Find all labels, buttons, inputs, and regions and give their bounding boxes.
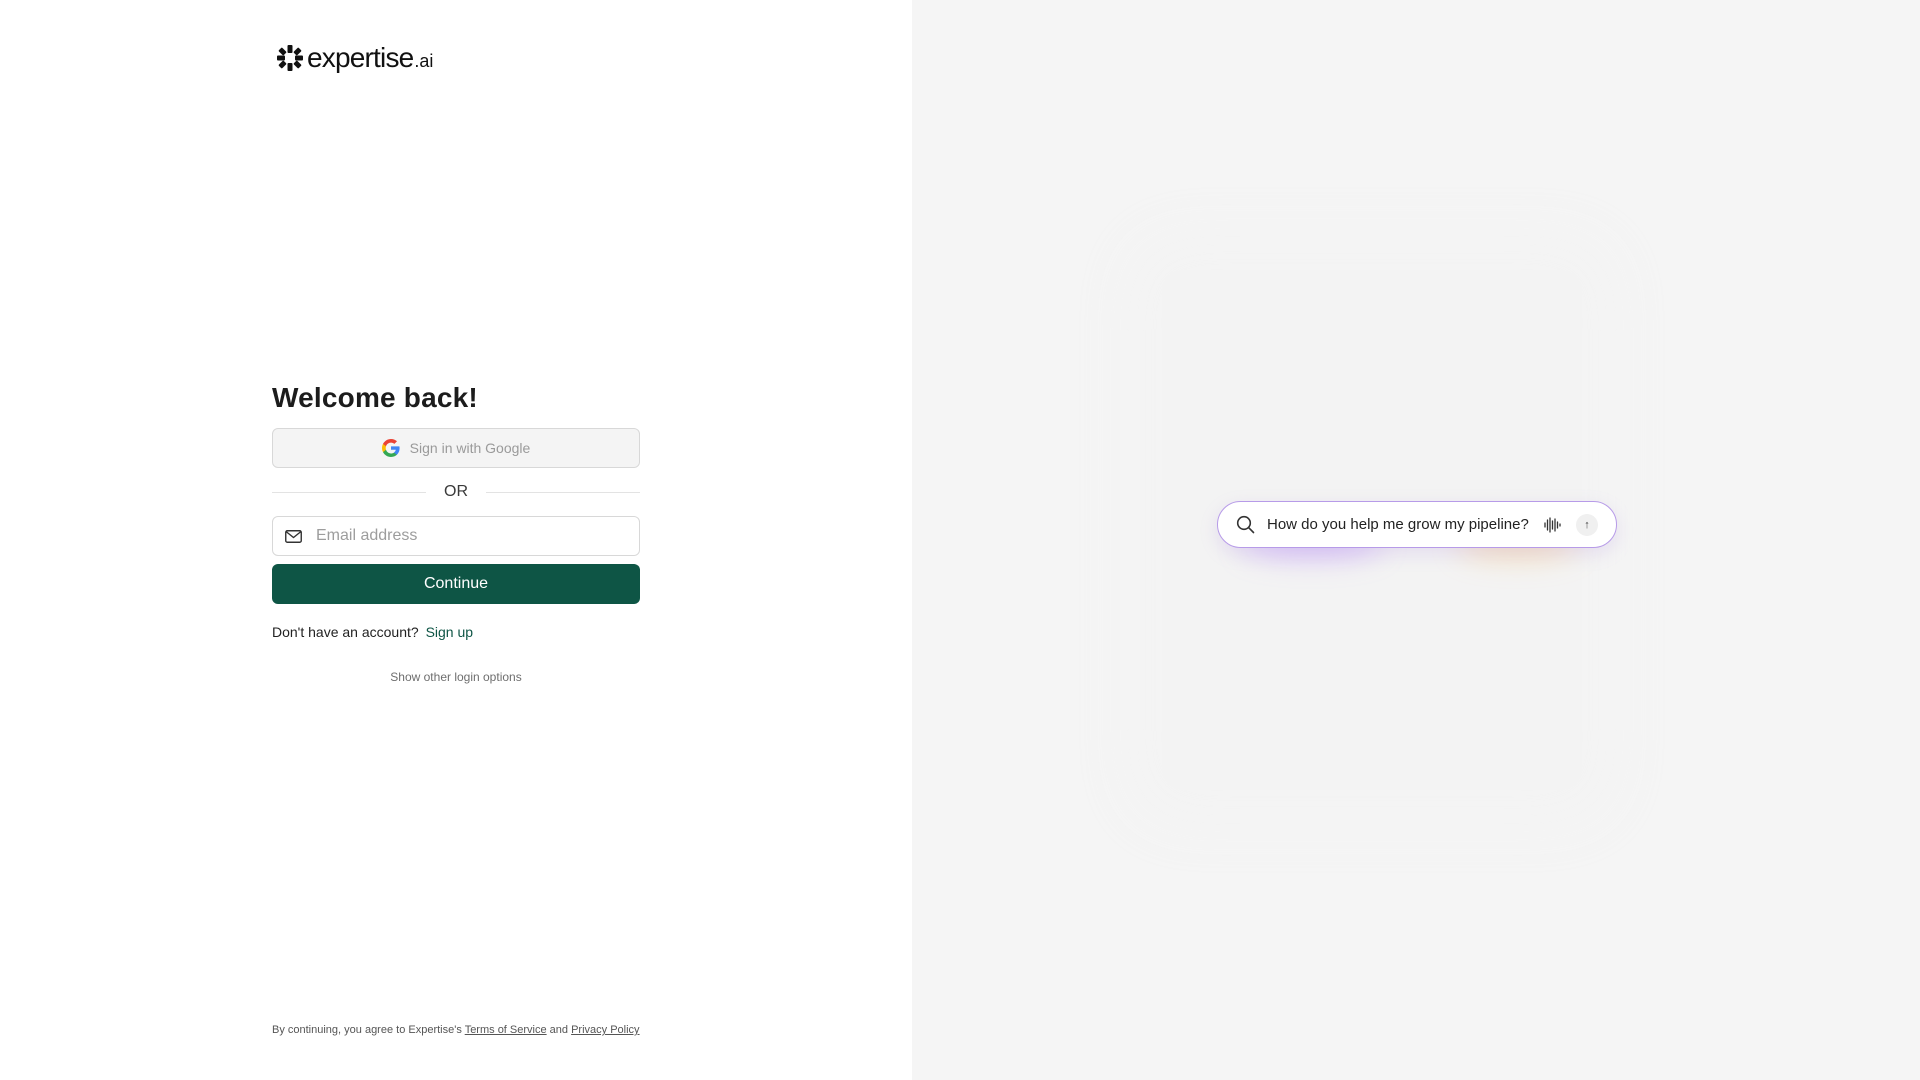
brand-logo[interactable]: expertise .ai xyxy=(277,42,433,74)
signup-row: Don't have an account? Sign up xyxy=(272,624,640,640)
divider-line xyxy=(272,491,426,493)
sign-up-link[interactable]: Sign up xyxy=(426,624,473,640)
or-divider: OR xyxy=(272,480,640,504)
terms-of-service-link[interactable]: Terms of Service xyxy=(465,1024,547,1036)
continue-button[interactable]: Continue xyxy=(272,564,640,604)
brand-name: expertise xyxy=(307,42,414,73)
signup-prompt: Don't have an account? xyxy=(272,624,419,640)
email-field[interactable] xyxy=(272,516,640,556)
login-form: Welcome back! Sign in with Google OR Ema… xyxy=(272,382,640,684)
footer-and: and xyxy=(549,1024,569,1036)
show-other-login-options-link[interactable]: Show other login options xyxy=(272,670,640,684)
brand-suffix: .ai xyxy=(414,50,434,71)
google-sign-in-button[interactable]: Sign in with Google xyxy=(272,428,640,468)
page-title: Welcome back! xyxy=(272,382,478,413)
login-page: expertise .ai Welcome back! Sign in with… xyxy=(0,0,1920,1080)
search-icon xyxy=(1236,515,1255,534)
showcase-panel: How do you help me grow my pipeline? ↑ xyxy=(912,0,1920,1080)
demo-search-bar[interactable]: How do you help me grow my pipeline? ↑ xyxy=(1217,501,1617,548)
privacy-policy-link[interactable]: Privacy Policy xyxy=(571,1024,639,1036)
arrow-up-icon: ↑ xyxy=(1584,518,1590,531)
google-icon xyxy=(381,439,400,457)
google-button-label: Sign in with Google xyxy=(409,440,531,456)
logo-mark-icon xyxy=(277,45,303,71)
footer-prefix: By continuing, you agree to Expertise's xyxy=(272,1024,462,1036)
or-text: OR xyxy=(444,483,468,500)
voice-wave-icon[interactable] xyxy=(1544,516,1562,533)
legal-footer: By continuing, you agree to Expertise's … xyxy=(272,1024,640,1036)
divider-line xyxy=(486,491,640,493)
demo-search-text: How do you help me grow my pipeline? xyxy=(1267,516,1529,533)
mail-icon xyxy=(285,529,302,543)
send-button[interactable]: ↑ xyxy=(1576,513,1598,536)
email-input[interactable] xyxy=(314,526,618,546)
login-panel: expertise .ai Welcome back! Sign in with… xyxy=(0,0,912,1080)
